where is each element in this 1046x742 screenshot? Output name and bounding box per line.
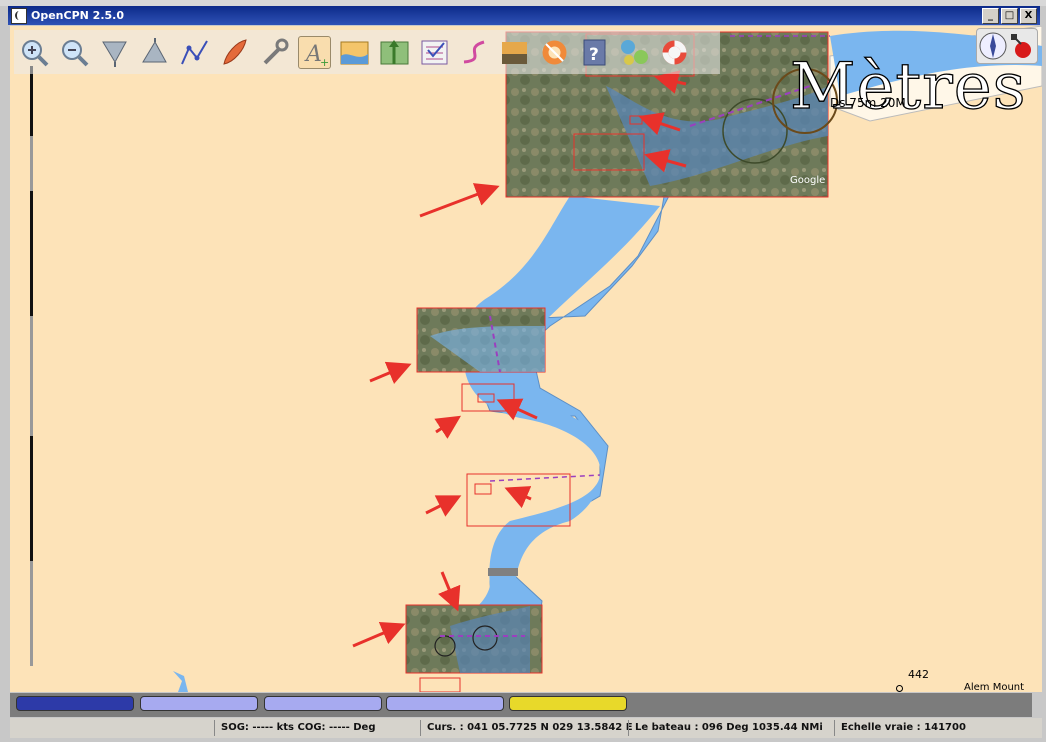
true-scale-field: Echelle vraie : 141700 (834, 720, 966, 736)
boat-follow-button[interactable] (218, 36, 251, 69)
title-bar: OpenCPN 2.5.0 _ □ X (8, 6, 1040, 25)
piano-key[interactable] (386, 696, 504, 711)
chart-canvas[interactable]: Google A + ? Mètres Ds 75m 20M 442 Alem … (10, 26, 1042, 692)
main-toolbar: A + ? (14, 30, 720, 74)
maximize-button[interactable]: □ (1001, 8, 1018, 24)
piano-key[interactable] (264, 696, 382, 711)
piano-key[interactable] (140, 696, 258, 711)
bridge (488, 568, 518, 576)
color-scheme-button[interactable] (498, 36, 531, 69)
place-name-label: Alem Mount (964, 682, 1025, 692)
units-overlay: Mètres (789, 49, 1027, 124)
sog-cog-field: SOG: ----- kts COG: ----- Deg (214, 720, 376, 736)
boat-bearing-field: Le bateau : 096 Deg 1035.44 NMi (628, 720, 823, 736)
text-toggle-button[interactable]: A + (298, 35, 331, 69)
lifebuoy-button[interactable] (658, 36, 691, 69)
place-marker (896, 685, 903, 692)
color-scheme-icon (502, 41, 527, 64)
route-icon (181, 39, 208, 64)
scale-bar-segment (30, 66, 33, 136)
route-manager-icon (421, 40, 448, 64)
scale-down-icon (102, 41, 127, 67)
tide-icon (340, 41, 369, 64)
help-icon: ? (583, 39, 606, 65)
scale-bar (30, 66, 33, 666)
plugin-icon (621, 39, 648, 65)
minimize-button[interactable]: _ (982, 8, 999, 24)
current-icon (380, 39, 409, 64)
depth-info: Ds 75m 20M (830, 96, 906, 110)
scale-bar-segment (30, 436, 33, 561)
gps-status-icon (1011, 34, 1017, 40)
mob-icon (542, 40, 567, 64)
close-button[interactable]: X (1020, 8, 1037, 24)
zoom-in-icon (22, 39, 49, 66)
chart-map: Google (173, 26, 1042, 692)
zoom-out-icon (62, 39, 89, 66)
window-title: OpenCPN 2.5.0 (31, 9, 125, 22)
current-button[interactable] (378, 36, 411, 69)
settings-wrench-icon (263, 38, 289, 64)
track-icon (463, 40, 485, 63)
scale-up-button[interactable] (138, 36, 171, 69)
settings-button[interactable] (258, 36, 291, 69)
piano-key[interactable] (16, 696, 134, 711)
zoom-in-button[interactable] (18, 36, 51, 69)
opencpn-app-icon (11, 7, 27, 24)
scale-up-icon (142, 37, 167, 62)
google-credit: Google (790, 175, 825, 186)
route-button[interactable] (178, 36, 211, 69)
route-manager-button[interactable] (418, 36, 451, 69)
river-middle (465, 371, 604, 586)
status-bar: SOG: ----- kts COG: ----- Deg Curs. : 04… (10, 718, 1042, 738)
zoom-out-button[interactable] (58, 36, 91, 69)
svg-text:+: + (320, 56, 329, 68)
help-button[interactable]: ? (578, 36, 611, 69)
mob-button[interactable] (538, 36, 571, 69)
plugin-button[interactable] (618, 36, 651, 69)
boat-follow-icon (223, 38, 247, 65)
track-button[interactable] (458, 36, 491, 69)
chart-piano-bar (10, 693, 1032, 717)
window-controls: _ □ X (982, 8, 1037, 24)
scale-down-button[interactable] (98, 36, 131, 69)
cursor-position-field: Curs. : 041 05.7725 N 029 13.5842 E (420, 720, 633, 736)
sounding-label: 442 (908, 668, 929, 681)
lifebuoy-icon (662, 40, 687, 64)
svg-text:?: ? (589, 45, 599, 65)
piano-key[interactable] (509, 696, 627, 711)
text-toggle-icon: A+ (304, 42, 329, 69)
small-inlet (173, 671, 188, 692)
tide-button[interactable] (338, 36, 371, 69)
scale-bar-segment (30, 191, 33, 316)
